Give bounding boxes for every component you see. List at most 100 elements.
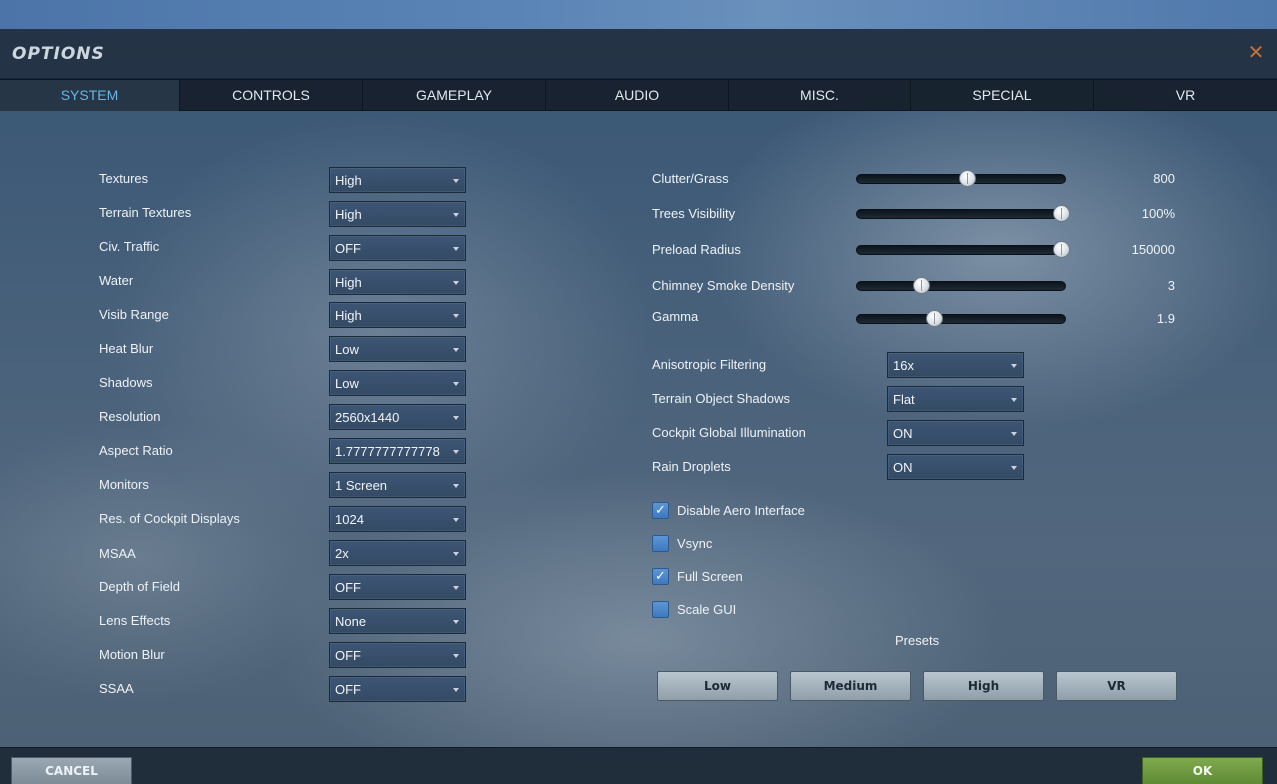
preset-low-button[interactable]: Low (657, 671, 778, 701)
cancel-button[interactable]: CANCEL (11, 757, 132, 784)
page-title: OPTIONS (12, 44, 105, 64)
slider-handle[interactable] (1052, 205, 1070, 222)
monitors-value: 1 Screen (335, 478, 388, 493)
anisotropic-select[interactable]: 16x (887, 352, 1024, 378)
chevron-down-icon (453, 348, 459, 352)
depth-of-field-label: Depth of Field (99, 579, 180, 594)
clutter-grass-slider[interactable] (856, 170, 1066, 187)
water-label: Water (99, 273, 134, 288)
chevron-down-icon (453, 620, 459, 624)
chevron-down-icon (453, 416, 459, 420)
textures-select[interactable]: High (329, 167, 466, 193)
resolution-select[interactable]: 2560x1440 (329, 404, 466, 430)
chimney-smoke-value: 3 (1167, 278, 1175, 293)
close-icon[interactable]: ✕ (1247, 42, 1265, 62)
gamma-slider[interactable] (856, 310, 1066, 327)
tab-controls[interactable]: CONTROLS (180, 80, 363, 111)
rain-droplets-select[interactable]: ON (887, 454, 1024, 480)
cockpit-illumination-select[interactable]: ON (887, 420, 1024, 446)
cockpit-illumination-value: ON (893, 426, 913, 441)
vsync-checkbox[interactable] (652, 535, 669, 552)
checkmark-icon: ✓ (655, 503, 666, 518)
aspect-ratio-select[interactable]: 1.7777777777778 (329, 438, 466, 464)
shadows-label: Shadows (99, 375, 153, 390)
chevron-down-icon (1011, 432, 1017, 436)
heat-blur-label: Heat Blur (99, 341, 154, 356)
shadows-value: Low (335, 376, 359, 391)
rain-droplets-label: Rain Droplets (652, 459, 731, 474)
water-value: High (335, 275, 362, 290)
visib-range-value: High (335, 308, 362, 323)
preload-radius-slider[interactable] (856, 241, 1070, 258)
disable-aero-checkbox[interactable]: ✓ (652, 502, 669, 519)
chimney-smoke-slider[interactable] (856, 277, 1066, 294)
tab-gameplay[interactable]: GAMEPLAY (363, 80, 546, 111)
visib-range-label: Visib Range (99, 307, 169, 322)
slider-handle[interactable] (1052, 241, 1070, 258)
scale-gui-label: Scale GUI (677, 602, 737, 617)
full-screen-label: Full Screen (677, 569, 743, 584)
resolution-label: Resolution (99, 409, 161, 424)
vsync-label: Vsync (677, 536, 713, 551)
slider-handle[interactable] (925, 310, 943, 327)
heat-blur-select[interactable]: Low (329, 336, 466, 362)
msaa-value: 2x (335, 546, 349, 561)
scale-gui-checkbox[interactable] (652, 601, 669, 618)
lens-effects-select[interactable]: None (329, 608, 466, 634)
tab-misc[interactable]: MISC. (729, 80, 911, 111)
chevron-down-icon (453, 382, 459, 386)
chevron-down-icon (1011, 466, 1017, 470)
ssaa-label: SSAA (99, 681, 134, 696)
monitors-label: Monitors (99, 477, 149, 492)
terrain-object-shadows-select[interactable]: Flat (887, 386, 1024, 412)
preset-vr-button[interactable]: VR (1056, 671, 1177, 701)
depth-of-field-value: OFF (335, 580, 361, 595)
preset-high-button[interactable]: High (923, 671, 1044, 701)
tab-vr[interactable]: VR (1094, 80, 1277, 111)
terrain-object-shadows-value: Flat (893, 392, 915, 407)
chevron-down-icon (453, 484, 459, 488)
tab-audio[interactable]: AUDIO (546, 80, 729, 111)
depth-of-field-select[interactable]: OFF (329, 574, 466, 600)
heat-blur-value: Low (335, 342, 359, 357)
chevron-down-icon (453, 213, 459, 217)
footer-bar: CANCEL OK (0, 747, 1277, 784)
visib-range-select[interactable]: High (329, 302, 466, 328)
aspect-ratio-value: 1.7777777777778 (335, 444, 440, 459)
sky-background-strip (0, 0, 1277, 29)
clutter-grass-value: 800 (1153, 171, 1175, 186)
slider-handle[interactable] (913, 277, 931, 294)
tab-special[interactable]: SPECIAL (911, 80, 1094, 111)
aspect-ratio-label: Aspect Ratio (99, 443, 173, 458)
terrain-textures-select[interactable]: High (329, 201, 466, 227)
water-select[interactable]: High (329, 269, 466, 295)
chevron-down-icon (453, 247, 459, 251)
trees-visibility-slider[interactable] (856, 205, 1070, 222)
chevron-down-icon (453, 552, 459, 556)
civ-traffic-label: Civ. Traffic (99, 239, 160, 254)
tab-system[interactable]: SYSTEM (0, 80, 180, 111)
chevron-down-icon (453, 450, 459, 454)
full-screen-checkbox[interactable]: ✓ (652, 568, 669, 585)
msaa-select[interactable]: 2x (329, 540, 466, 566)
chevron-down-icon (453, 281, 459, 285)
cockpit-displays-select[interactable]: 1024 (329, 506, 466, 532)
preload-radius-value: 150000 (1131, 242, 1175, 257)
ok-button[interactable]: OK (1142, 757, 1263, 784)
chevron-down-icon (453, 586, 459, 590)
motion-blur-select[interactable]: OFF (329, 642, 466, 668)
anisotropic-value: 16x (893, 358, 914, 373)
rain-droplets-value: ON (893, 460, 913, 475)
clutter-grass-label: Clutter/Grass (652, 171, 729, 186)
slider-handle[interactable] (959, 170, 977, 187)
ssaa-select[interactable]: OFF (329, 676, 466, 702)
cockpit-illumination-label: Cockpit Global Illumination (652, 425, 806, 440)
preset-medium-button[interactable]: Medium (790, 671, 911, 701)
lens-effects-value: None (335, 614, 367, 629)
monitors-select[interactable]: 1 Screen (329, 472, 466, 498)
terrain-textures-value: High (335, 207, 362, 222)
terrain-textures-label: Terrain Textures (99, 205, 192, 220)
shadows-select[interactable]: Low (329, 370, 466, 396)
civ-traffic-select[interactable]: OFF (329, 235, 466, 261)
lens-effects-label: Lens Effects (99, 613, 171, 628)
